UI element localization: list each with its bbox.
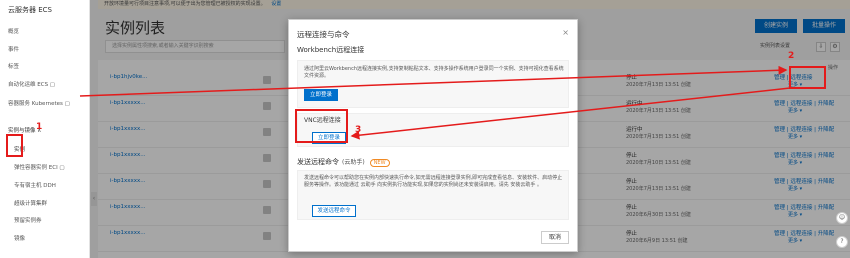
workbench-login-button[interactable]: 立即登录 <box>304 89 338 101</box>
workbench-description: 通过阿里云Workbench远程连接实例,支持复制粘贴文本、支持多操作系统用户登… <box>304 66 564 79</box>
sidebar-item-kubernetes[interactable]: 容器服务 Kubernetes ▢ <box>8 99 70 107</box>
sidebar-item-images[interactable]: 镜像 <box>14 234 25 242</box>
sidebar-item-automation[interactable]: 自动化运维 ECS ▢ <box>8 80 55 88</box>
sidebar-item-events[interactable]: 事件 <box>8 45 19 53</box>
remote-command-subtitle: (云助手) <box>342 159 365 166</box>
annotation-number-2: 2 <box>788 51 795 61</box>
remote-command-title: 发送远程命令 <box>297 158 339 166</box>
send-remote-command-button[interactable]: 发送远程命令 <box>312 205 356 217</box>
workbench-section: 通过阿里云Workbench远程连接实例,支持复制粘贴文本、支持多操作系统用户登… <box>297 60 569 108</box>
chat-icon[interactable]: ☺ <box>836 212 848 224</box>
annotation-box-instances <box>6 134 23 157</box>
annotation-box-vnc <box>295 109 348 143</box>
sidebar-title: 云服务器 ECS <box>8 6 52 14</box>
help-icon[interactable]: ? <box>836 236 848 248</box>
new-badge: NEW <box>369 159 390 167</box>
annotation-number-3: 3 <box>355 125 362 135</box>
sidebar: 云服务器 ECS 概览 事件 标签 自动化运维 ECS ▢ 容器服务 Kuber… <box>0 0 90 258</box>
remote-command-description: 发送远程命令可以帮助您在实例内部快速执行命令,如无需远程连接登录实例,即可完成查… <box>304 175 563 188</box>
workbench-section-title: Workbench远程连接 <box>297 46 365 54</box>
annotation-box-remote-connect <box>789 66 826 89</box>
sidebar-item-scc[interactable]: 超级计算集群 <box>14 199 47 207</box>
cancel-button[interactable]: 取消 <box>541 231 569 244</box>
annotation-number-1: 1 <box>36 122 43 132</box>
remote-command-section: 发送远程命令可以帮助您在实例内部快速执行命令,如无需远程连接登录实例,即可完成查… <box>297 170 569 220</box>
sidebar-item-reserved[interactable]: 预留实例券 <box>14 216 42 224</box>
sidebar-item-eci[interactable]: 弹性容器实例 ECI ▢ <box>14 163 65 171</box>
sidebar-item-ddh[interactable]: 专有宿主机 DDH <box>14 181 56 189</box>
sidebar-item-tags[interactable]: 标签 <box>8 62 19 70</box>
sidebar-item-overview[interactable]: 概览 <box>8 27 19 35</box>
dialog-title: 远程连接与命令 <box>297 30 350 39</box>
remote-command-section-title: 发送远程命令 (云助手) NEW <box>297 157 390 167</box>
close-icon[interactable]: × <box>562 28 569 37</box>
